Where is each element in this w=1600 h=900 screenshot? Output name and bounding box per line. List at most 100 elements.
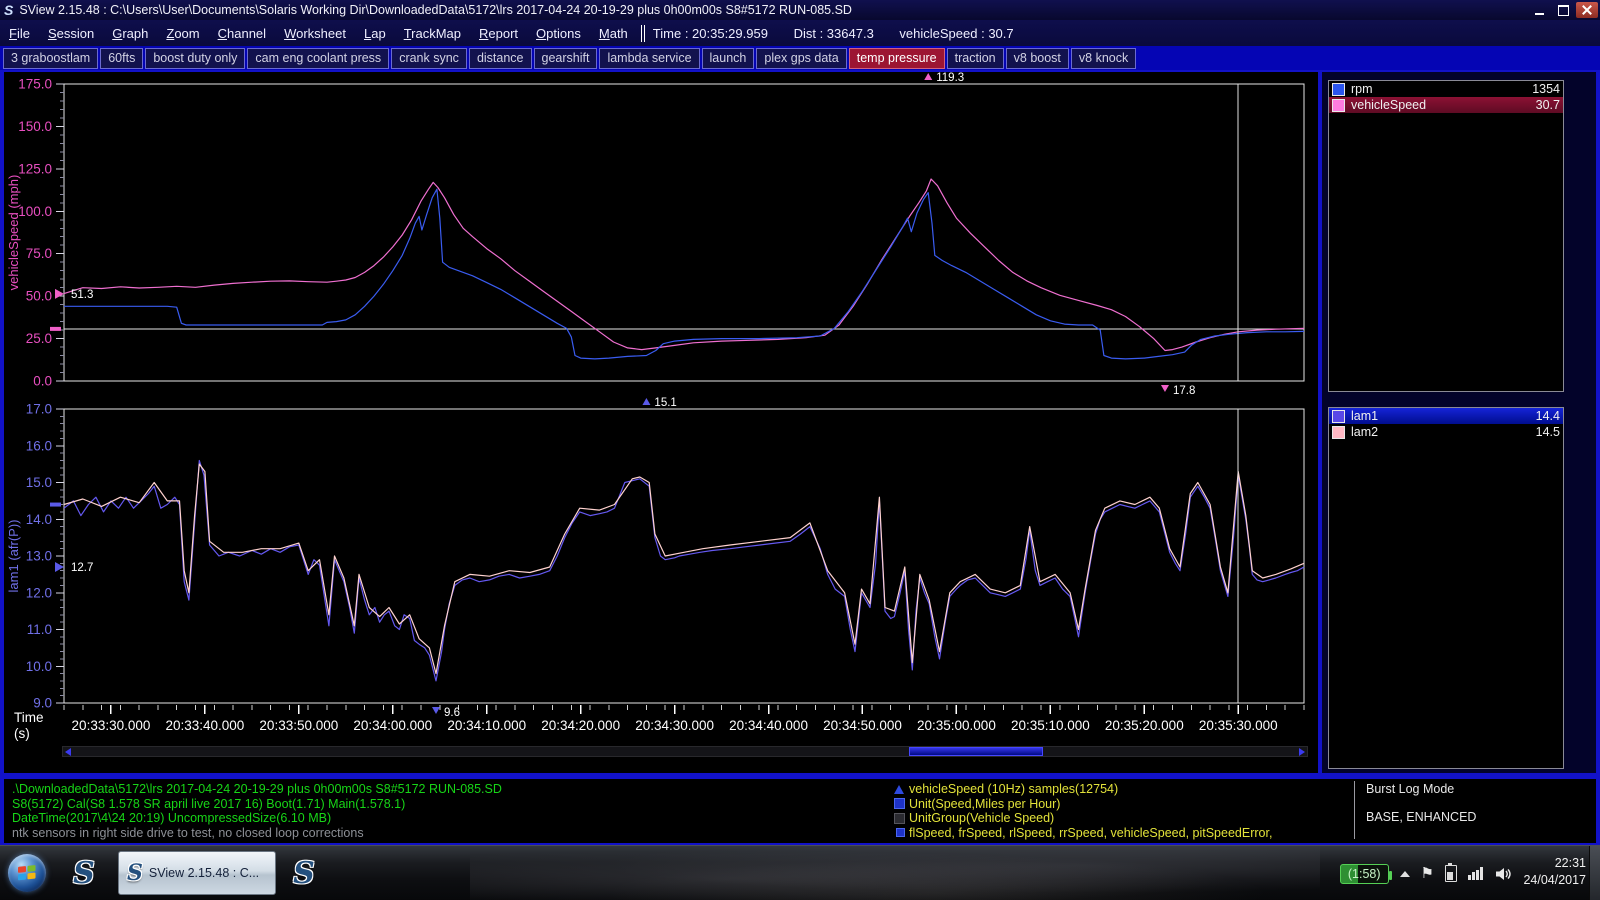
sview-logo-icon [4,3,13,17]
svg-text:12.7: 12.7 [71,562,93,574]
svg-text:51.3: 51.3 [71,289,93,301]
network-signal-icon[interactable] [1468,867,1483,880]
tab-distance[interactable]: distance [469,48,532,69]
channel-value: 14.4 [1536,409,1560,423]
channel-name: rpm [1351,82,1532,96]
restore-button[interactable] [1552,2,1574,18]
logfile-path: .\DownloadedData\5172\lrs 2017-04-24 20-… [12,782,502,797]
window-title: SView 2.15.48 : C:\Users\User\Documents\… [19,3,852,17]
battery-timer-label: (1:58) [1348,867,1381,881]
channel-row-vehicleSpeed[interactable]: vehicleSpeed30.7 [1329,97,1563,113]
tab-v8-knock[interactable]: v8 knock [1071,48,1136,69]
tray-expand-icon[interactable] [1400,871,1410,877]
vehiclespeed-chart[interactable]: 0.0 25.0 50.0 75.0 100.0 125.0 150.0 175.0 119.3… [4,72,1318,402]
svg-text:119.3: 119.3 [936,72,964,84]
tab-temp-pressure[interactable]: temp pressure [849,48,945,69]
channel-marker-icon [894,785,904,794]
sview-application-window: SView 2.15.48 : C:\Users\User\Documents\… [0,0,1600,900]
sview-window-icon[interactable] [282,852,326,894]
sview-logo-icon [127,860,143,886]
svg-text:175.0: 175.0 [18,77,52,92]
channel-value: 1354 [1532,82,1560,96]
battery-timer-widget[interactable]: (1:58) [1340,864,1389,884]
menu-graph[interactable]: Graph [103,26,157,41]
tab-boost-duty-only[interactable]: boost duty only [145,48,245,69]
channel-row-lam1[interactable]: lam114.4 [1329,408,1563,424]
svg-text:50.0: 50.0 [26,289,52,304]
tab-plex-gps-data[interactable]: plex gps data [756,48,846,69]
svg-text:150.0: 150.0 [18,119,52,134]
channel-legend-pane: rpm1354vehicleSpeed30.7 lam114.4lam214.5 [1322,72,1596,773]
tab-launch[interactable]: launch [702,48,755,69]
tab-lambda-service[interactable]: lambda service [599,48,699,69]
menu-zoom[interactable]: Zoom [157,26,208,41]
channel-sample-info: vehicleSpeed (10Hz) samples(12754) [909,782,1118,797]
svg-text:15.0: 15.0 [26,475,52,490]
svg-text:20:34:10.000: 20:34:10.000 [447,718,526,733]
svg-text:125.0: 125.0 [18,161,52,176]
tab-cam-eng-coolant-press[interactable]: cam eng coolant press [247,48,389,69]
channel-color-swatch [1332,83,1345,96]
svg-text:lam1 (afr(P)): lam1 (afr(P)) [6,520,21,593]
svg-text:100.0: 100.0 [18,204,52,219]
channel-row-lam2[interactable]: lam214.5 [1329,424,1563,440]
scrollbar-thumb[interactable] [909,747,1043,756]
menu-report[interactable]: Report [470,26,527,41]
svg-text:(s): (s) [14,726,30,741]
related-channels-list: flSpeed, frSpeed, rlSpeed, rrSpeed, vehi… [909,826,1272,841]
menu-lap[interactable]: Lap [355,26,395,41]
channel-color-swatch [1332,410,1345,423]
tab-crank-sync[interactable]: crank sync [391,48,467,69]
svg-text:0.0: 0.0 [33,374,52,389]
scroll-left-icon[interactable] [65,748,71,756]
svg-text:11.0: 11.0 [27,622,52,637]
tab-gearshift[interactable]: gearshift [534,48,598,69]
sview-logo-icon [73,856,95,891]
chart-pane: 0.0 25.0 50.0 75.0 100.0 125.0 150.0 175.0 119.3… [4,72,1318,773]
pinned-sview-icon[interactable] [62,852,106,894]
menu-session[interactable]: Session [39,26,103,41]
channel-color-swatch [1332,426,1345,439]
show-desktop-button[interactable] [1589,846,1600,900]
svg-text:20:35:00.000: 20:35:00.000 [917,718,996,733]
start-button[interactable] [8,854,46,892]
active-window-button[interactable]: SView 2.15.48 : C... [118,851,276,895]
lambda-channel-list: lam114.4lam214.5 [1328,407,1564,769]
menu-math[interactable]: Math [590,26,637,41]
volume-icon[interactable] [1494,866,1512,882]
sview-logo-icon [293,856,315,891]
status-bar: .\DownloadedData\5172\lrs 2017-04-24 20-… [4,779,1596,843]
tab-60fts[interactable]: 60fts [100,48,143,69]
menu-options[interactable]: Options [527,26,590,41]
status-divider [1354,781,1355,839]
channel-row-rpm[interactable]: rpm1354 [1329,81,1563,97]
tab-v8-boost[interactable]: v8 boost [1006,48,1069,69]
menu-trackmap[interactable]: TrackMap [395,26,470,41]
channel-value: 14.5 [1536,425,1560,439]
svg-text:20:34:30.000: 20:34:30.000 [635,718,714,733]
action-center-flag-icon[interactable] [1421,866,1434,881]
close-button[interactable] [1576,2,1598,18]
svg-text:vehicleSpeed (mph): vehicleSpeed (mph) [6,175,21,291]
svg-text:12.0: 12.0 [26,585,52,600]
menu-channel[interactable]: Channel [209,26,275,41]
menu-worksheet[interactable]: Worksheet [275,26,355,41]
scroll-right-icon[interactable] [1299,748,1305,756]
svg-text:75.0: 75.0 [26,246,52,261]
lambda-chart[interactable]: 9.010.011.012.013.014.015.016.017.020:33… [4,394,1318,750]
battery-icon[interactable] [1445,865,1457,882]
minimize-button[interactable] [1528,2,1550,18]
svg-text:20:33:30.000: 20:33:30.000 [72,718,151,733]
title-bar[interactable]: SView 2.15.48 : C:\Users\User\Documents\… [0,0,1600,20]
svg-text:25.0: 25.0 [26,331,52,346]
menu-file[interactable]: File [0,26,39,41]
taskbar-clock[interactable]: 22:31 24/04/2017 [1523,855,1586,889]
tab-traction[interactable]: traction [947,48,1004,69]
tab-3-graboostlam[interactable]: 3 graboostlam [3,48,98,69]
worksheet-tab-bar: 3 graboostlam60ftsboost duty onlycam eng… [0,46,1600,70]
svg-text:20:34:20.000: 20:34:20.000 [541,718,620,733]
timeline-scrollbar[interactable] [62,746,1308,757]
speed-channel-list: rpm1354vehicleSpeed30.7 [1328,80,1564,392]
svg-text:10.0: 10.0 [26,659,52,674]
channel-name: lam2 [1351,425,1536,439]
